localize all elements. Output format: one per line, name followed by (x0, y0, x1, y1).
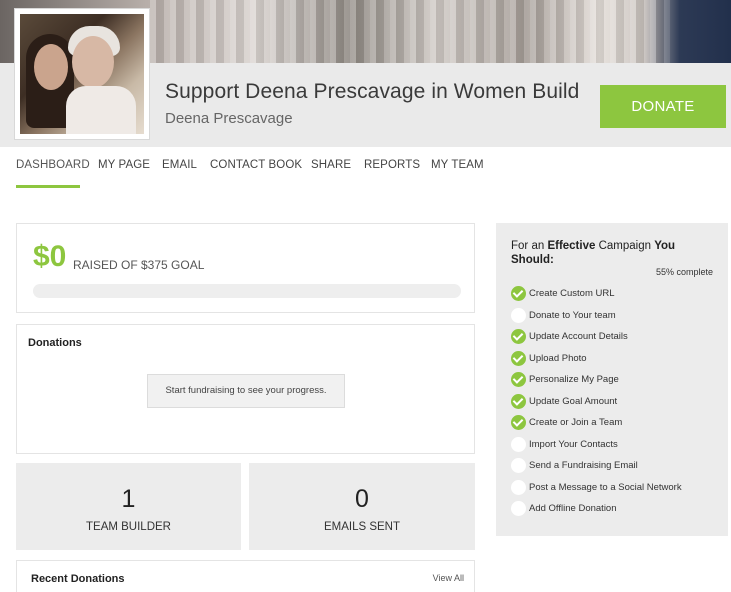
checklist-item-label: Send a Fundraising Email (529, 460, 638, 471)
checklist-item-label: Personalize My Page (529, 374, 619, 385)
empty-circle-icon (511, 501, 526, 516)
tab-my-team[interactable]: MY TEAM (431, 159, 484, 171)
recent-donations-heading: Recent Donations (31, 573, 125, 585)
goal-card: $0 RAISED OF $375 GOAL (16, 223, 475, 313)
profile-photo[interactable] (14, 8, 150, 140)
check-circle-icon (511, 415, 526, 430)
checklist-item-label: Update Account Details (529, 331, 628, 342)
tab-my-page[interactable]: MY PAGE (98, 159, 150, 171)
team-builder-stat: 1 TEAM BUILDER (16, 463, 241, 550)
checklist-item-label: Donate to Your team (529, 309, 616, 321)
checklist-item-label: Update Goal Amount (529, 395, 618, 407)
empty-circle-icon (511, 436, 526, 452)
empty-circle-icon (511, 458, 526, 473)
check-circle-icon (511, 286, 526, 301)
checklist-item-label: Upload Photo (529, 352, 587, 364)
donations-empty-message: Start fundraising to see your progress. (147, 374, 345, 408)
emails-sent-label: EMAILS SENT (323, 521, 401, 533)
checklist-item-label: Import Your Contacts (529, 438, 618, 450)
donations-card: Donations Start fundraising to see your … (16, 324, 475, 454)
check-circle-icon (511, 329, 526, 344)
check-circle-icon (511, 393, 526, 409)
cover-pattern (150, 0, 670, 63)
checklist-item-label: Create or Join a Team (529, 417, 623, 428)
emails-sent-stat: 0 EMAILS SENT (249, 463, 475, 550)
campaign-title: Support Deena Prescavage in Women Build (165, 80, 580, 103)
tab-email[interactable]: EMAIL (162, 159, 197, 171)
empty-circle-icon (511, 479, 526, 495)
campaign-owner: Deena Prescavage (165, 110, 293, 127)
tab-share[interactable]: SHARE (311, 159, 351, 171)
checklist-item-label: Add Offline Donation (529, 503, 617, 514)
tab-dashboard[interactable]: DASHBOARD (16, 159, 90, 171)
emails-sent-count: 0 (355, 485, 369, 513)
goal-text: RAISED OF $375 GOAL (73, 258, 205, 272)
checklist-item-label: Post a Message to a Social Network (529, 481, 682, 493)
tab-contact-book[interactable]: CONTACT BOOK (210, 159, 302, 171)
checklist-title: For an Effective Campaign You Should: (511, 240, 676, 266)
donations-heading: Donations (28, 337, 82, 349)
check-circle-icon (511, 372, 526, 387)
amount-raised: $0 (33, 240, 67, 273)
recent-donations-card: Recent Donations View All (16, 560, 475, 592)
campaign-checklist: For an Effective Campaign You Should: 55%… (496, 223, 728, 536)
team-builder-count: 1 (121, 485, 136, 513)
empty-circle-icon (511, 307, 526, 323)
donate-button[interactable]: DONATE (600, 85, 726, 128)
tab-reports[interactable]: REPORTS (364, 159, 420, 171)
checklist-progress: 55% complete (655, 267, 713, 277)
checklist-item-label: Create Custom URL (529, 288, 615, 299)
team-builder-label: TEAM BUILDER (86, 521, 171, 533)
view-all-link[interactable]: View All (433, 573, 464, 583)
profile-photo-image (20, 14, 144, 134)
goal-progress-bar (33, 284, 461, 298)
active-tab-indicator (16, 185, 80, 188)
check-circle-icon (511, 350, 526, 366)
